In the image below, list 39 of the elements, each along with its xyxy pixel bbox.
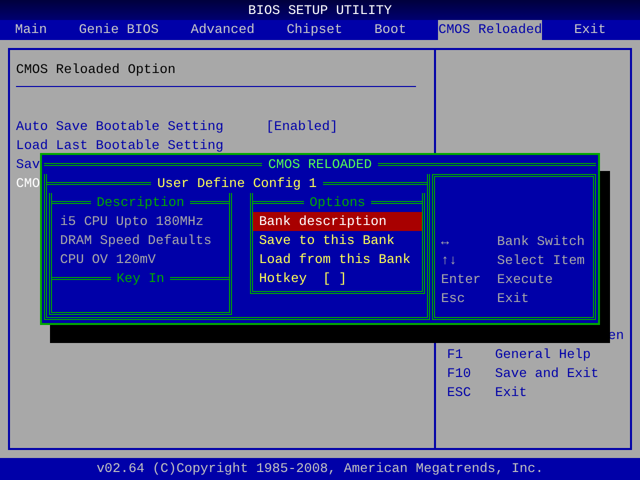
help-key: Esc [441,289,497,308]
setting-value[interactable]: [Enabled] [266,117,338,136]
copyright-text: v02.64 (C)Copyright 1985-2008, American Megatrends, Inc. [96,461,544,476]
description-line: DRAM Speed Defaults [60,233,212,248]
help-action: Bank Switch [497,233,585,251]
section-heading: Options [310,194,366,212]
config-title: User Define Config 1 [157,175,317,193]
panel-heading: CMOS Reloaded Option [16,61,177,79]
option-item[interactable]: Save to this Bank [252,231,422,250]
menu-tab[interactable]: Advanced [190,20,255,40]
setting-item[interactable]: Auto Save Bootable Setting [16,117,266,136]
help-action: Select Item [497,252,585,270]
menu-tab[interactable]: CMOS Reloaded [438,20,542,40]
help-action: Execute [497,271,553,289]
setting-item[interactable]: Load Last Bootable Setting [16,136,266,155]
description-line: CPU OV 120mV [60,252,156,267]
help-key: Enter [441,270,497,289]
help-key: ↔ [441,232,497,251]
help-key: F10 [447,364,495,383]
help-action: General Help [495,346,591,364]
menu-tab[interactable]: Boot [374,20,406,40]
help-action: Exit [495,384,527,402]
menu-tab[interactable]: Genie BIOS [78,20,159,40]
title-bar: BIOS SETUP UTILITY [0,0,640,20]
section-heading: Key In [116,270,164,288]
help-action: Save and Exit [495,365,599,383]
section-heading: Description [96,194,184,212]
help-action: Exit [497,290,529,308]
menu-tab[interactable]: Main [15,20,47,40]
help-key: ESC [447,383,495,402]
option-item[interactable]: Hotkey [ ] [252,269,422,288]
help-key: F1 [447,345,495,364]
dialog-title: CMOS RELOADED [268,156,372,174]
menu-tab[interactable]: Chipset [286,20,342,40]
help-key: ↑↓ [441,251,497,270]
menu-tab[interactable]: Exit [574,20,606,40]
description-line: i5 CPU Upto 180MHz [60,214,204,229]
option-item[interactable]: Load from this Bank [252,250,422,269]
option-item[interactable]: Bank description [252,212,422,231]
